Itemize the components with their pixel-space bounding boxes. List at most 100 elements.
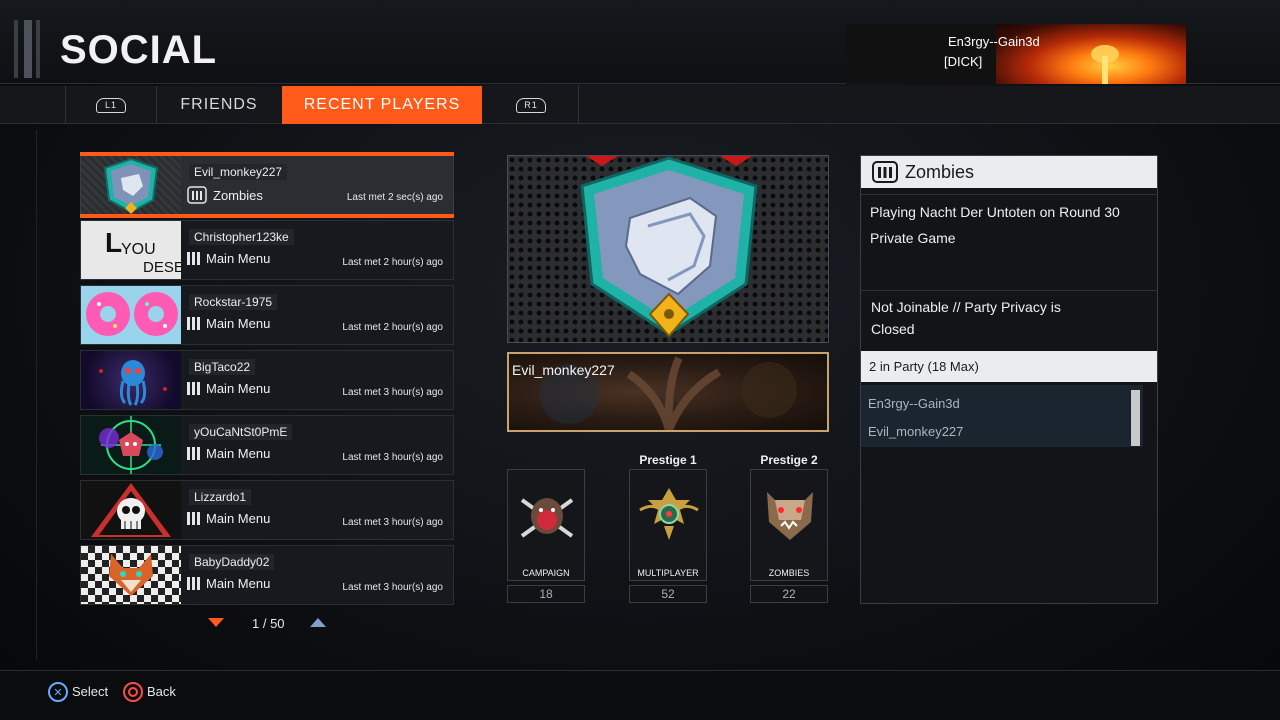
player-emblem [81,286,181,344]
player-row[interactable]: Lizzardo1 Main Menu Last met 3 hour(s) a… [80,480,454,540]
multiplayer-rank-value: 52 [629,585,707,603]
zombies-mode-icon [187,186,207,204]
crosshair-skull-icon [99,416,163,474]
player-last-met: Last met 2 sec(s) ago [346,192,443,203]
multiplayer-rank-card: MULTIPLAYER [629,469,707,581]
profile-clan-tag: [DICK] [944,54,983,69]
emblem-text: YOU [121,241,156,258]
zombies-prestige: Prestige 2 [760,453,818,467]
main-menu-icon [187,382,200,395]
selected-player-emblem [507,155,829,343]
joinable-text: Closed [871,321,915,337]
donuts-icon [86,292,178,336]
header-decoration [0,0,50,84]
tab-friends-label: FRIENDS [180,96,258,113]
calling-card-name: Evil_monkey227 [512,362,615,378]
party-member[interactable]: En3rgy--Gain3d [868,396,960,411]
lion-shield-icon [580,156,758,338]
campaign-emblem-icon [520,498,574,538]
zombie-dog-icon [767,492,813,540]
party-member[interactable]: Evil_monkey227 [868,424,963,439]
player-status: Main Menu [187,251,270,266]
page-indicator: 1 / 50 [252,616,285,631]
zombies-rank-value: 22 [750,585,828,603]
profile-calling-card: En3rgy--Gain3d [DICK] [846,24,1186,84]
main-menu-icon [187,317,200,330]
zombies-mode-icon [872,161,898,183]
player-row[interactable]: BabyDaddy02 Main Menu Last met 3 hour(s)… [80,545,454,605]
player-emblem [81,546,181,604]
player-emblem [81,481,181,539]
player-emblem [81,416,181,474]
tab-next-button[interactable]: R1 [484,86,578,124]
player-last-met: Last met 2 hour(s) ago [342,257,443,268]
panel-divider [861,194,1157,195]
panel-divider [861,290,1157,291]
player-status: Main Menu [187,511,270,526]
circle-glyph-icon [128,687,138,697]
octopus-icon [99,360,167,406]
page-title: SOCIAL [60,28,218,72]
player-last-met: Last met 3 hour(s) ago [342,387,443,398]
player-emblem: L YOU DESE [81,221,181,279]
main-menu-icon [187,252,200,265]
status-panel-header: Zombies [861,156,1157,188]
circle-button-icon[interactable] [123,682,143,702]
l1-button-icon: L1 [96,97,126,113]
player-row[interactable]: yOuCaNtSt0PmE Main Menu Last met 3 hour(… [80,415,454,475]
player-name: BigTaco22 [189,359,256,375]
footer-bar [0,670,1280,720]
main-menu-icon [187,447,200,460]
player-row[interactable]: Rockstar-1975 Main Menu Last met 2 hour(… [80,285,454,345]
player-status: Main Menu [187,316,270,331]
player-status-label: Main Menu [206,576,271,591]
player-status-label: Main Menu [206,316,271,331]
player-status-label: Zombies [213,187,263,203]
cross-button-icon[interactable]: ✕ [48,682,68,702]
tab-recent-players[interactable]: RECENT PLAYERS [282,86,482,124]
tab-divider [578,86,579,124]
campaign-label: CAMPAIGN [522,568,570,578]
mushroom-cloud-icon [1091,45,1119,84]
player-last-met: Last met 3 hour(s) ago [342,452,443,463]
player-status-label: Main Menu [206,446,271,461]
player-name: Evil_monkey227 [189,164,288,180]
left-guide-line [36,130,37,660]
zombies-rank-card: ZOMBIES [750,469,828,581]
tab-recent-players-label: RECENT PLAYERS [303,96,461,113]
fox-icon [109,554,153,596]
tab-prev-button[interactable]: L1 [66,86,156,124]
main-menu-icon [187,577,200,590]
multiplayer-emblem-icon [639,488,699,540]
multiplayer-prestige: Prestige 1 [639,453,697,467]
joinable-text: Not Joinable // Party Privacy is [871,299,1061,315]
activity-text: Playing Nacht Der Untoten on Round 30 [870,204,1120,220]
player-emblem [81,351,181,409]
player-name: BabyDaddy02 [189,554,275,570]
campaign-rank-card: CAMPAIGN [507,469,585,581]
skull-triangle-icon [91,483,171,537]
party-scrollbar[interactable] [1131,390,1140,446]
game-type-text: Private Game [870,230,956,246]
main-menu-icon [187,512,200,525]
player-row[interactable]: Evil_monkey227 Zombies Last met 2 sec(s)… [80,152,454,218]
player-name: Rockstar-1975 [189,294,278,310]
select-label: Select [72,684,109,699]
back-label: Back [147,684,176,699]
page-down-icon[interactable] [208,618,224,628]
campaign-rank-value: 18 [507,585,585,603]
r1-button-icon: R1 [516,97,546,113]
player-name: Lizzardo1 [189,489,252,505]
party-header: 2 in Party (18 Max) [861,351,1157,382]
emblem-text: L [105,227,123,258]
multiplayer-label: MULTIPLAYER [637,568,699,578]
page-up-icon[interactable] [310,618,326,628]
player-status: Zombies [187,186,263,204]
tab-friends[interactable]: FRIENDS [157,86,281,124]
player-status: Main Menu [187,381,270,396]
zombies-label: ZOMBIES [768,568,810,578]
player-status-label: Main Menu [206,251,271,266]
emblem-text: DESE [143,259,181,276]
player-row[interactable]: BigTaco22 Main Menu Last met 3 hour(s) a… [80,350,454,410]
player-row[interactable]: L YOU DESE Christopher123ke Main Menu La… [80,220,454,280]
